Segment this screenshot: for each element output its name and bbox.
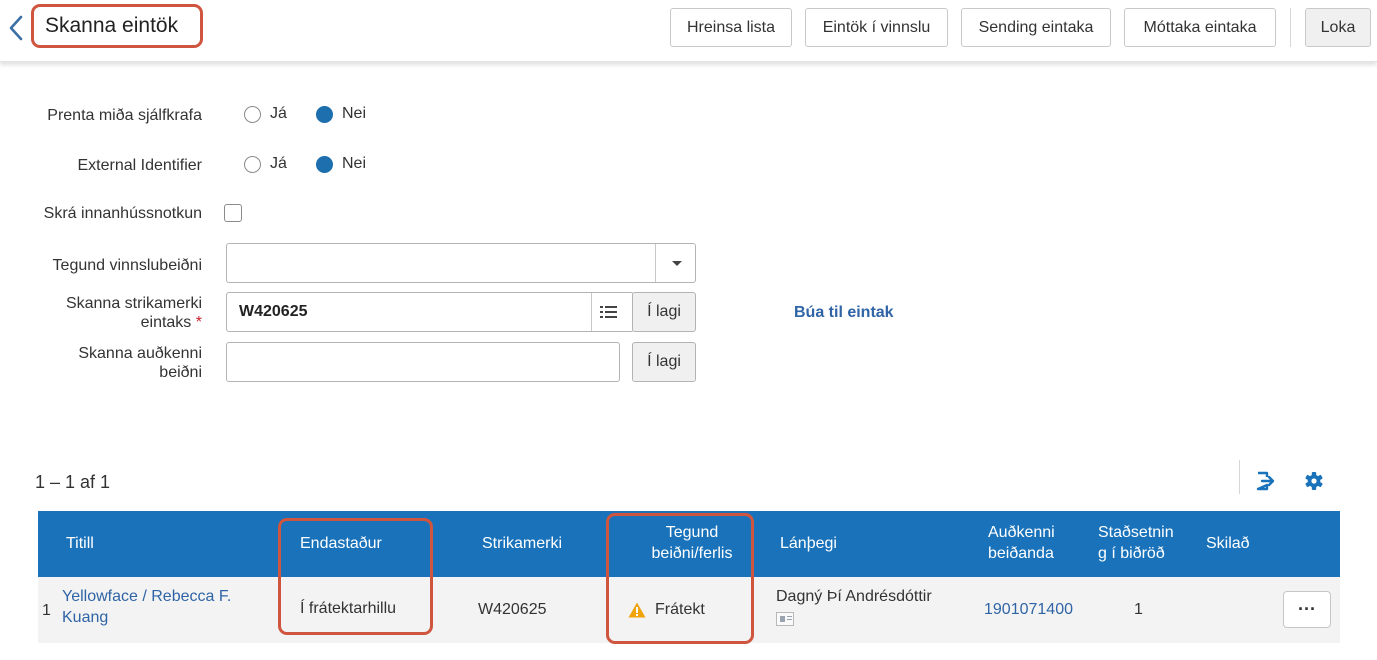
external-identifier-yes-radio[interactable]: Já [244,155,287,173]
export-icon[interactable] [1254,470,1276,492]
toolbar-divider [1290,8,1291,47]
column-queue-position[interactable]: Staðsetnin g í biðröð [1098,522,1174,564]
scan-item-ok-button[interactable]: Í lagi [632,292,696,332]
column-destination[interactable]: Endastaður [300,533,382,554]
table-row: 1 Yellowface / Rebecca F. Kuang Í frátekt… [38,577,1340,643]
auto-print-yes-radio[interactable]: Já [244,105,287,123]
scan-request-ok-button[interactable]: Í lagi [632,342,696,382]
radio-circle-icon [244,155,261,173]
table-header: Titill Endastaður Strikamerki Tegund beið… [38,511,1340,577]
items-in-process-button[interactable]: Eintök í vinnslu [805,8,948,47]
scan-request-id-label: Skanna auðkenni beiðni [78,345,202,381]
patron-card-icon[interactable] [776,612,794,626]
requester-id-link[interactable]: 1901071400 [984,599,1073,620]
row-index: 1 [42,602,51,619]
radio-selected-icon [316,105,333,123]
in-house-use-checkbox[interactable] [224,204,242,222]
queue-position-cell: 1 [1134,601,1143,618]
row-actions-button[interactable]: ··· [1283,591,1331,628]
column-returned[interactable]: Skilað [1206,533,1250,554]
page-header: Skanna eintök Hreinsa lista Eintök í vin… [0,0,1377,62]
in-house-use-label: Skrá innanhússnotkun [43,205,202,222]
scan-item-barcode-label: Skanna strikamerki eintaks * [65,295,202,331]
back-arrow-icon[interactable] [8,14,26,42]
column-barcode[interactable]: Strikamerki [482,533,562,554]
column-title[interactable]: Titill [66,533,94,554]
receive-items-button[interactable]: Móttaka eintaka [1124,8,1276,47]
page-title: Skanna eintök [45,14,179,37]
column-request-type[interactable]: Tegund beiðni/ferlis [632,522,752,564]
list-icon[interactable] [600,305,618,319]
barcode-cell: W420625 [478,601,547,618]
scan-item-barcode-input[interactable] [226,292,634,332]
destination-cell: Í frátektarhillu [300,600,397,617]
external-identifier-no-radio[interactable]: Nei [316,155,366,173]
column-requester-id[interactable]: Auðkenni beiðanda [988,522,1055,564]
request-type-cell: Frátekt [628,599,705,620]
work-order-type-select[interactable] [226,243,696,283]
radio-selected-icon [316,155,333,173]
warning-icon [628,602,646,617]
auto-print-label: Prenta miða sjálfkrafa [47,107,202,124]
create-item-link[interactable]: Búa til eintak [794,304,894,322]
send-items-button[interactable]: Sending eintaka [961,8,1111,47]
scan-request-id-input[interactable] [226,342,620,382]
result-count: 1 – 1 af 1 [35,472,111,492]
radio-circle-icon [244,105,261,123]
toolbar-divider [1239,460,1240,494]
column-patron[interactable]: Lánþegi [780,533,837,554]
patron-cell: Dagný Þí Andrésdóttir [776,586,932,626]
chevron-down-icon [672,261,682,266]
close-button[interactable]: Loka [1305,8,1371,47]
item-title-link[interactable]: Yellowface / Rebecca F. Kuang [62,586,231,628]
work-order-type-label: Tegund vinnslubeiðni [52,257,202,274]
auto-print-no-radio[interactable]: Nei [316,105,366,123]
clear-list-button[interactable]: Hreinsa lista [670,8,792,47]
external-identifier-label: External Identifier [77,157,202,174]
gear-icon[interactable] [1303,470,1325,492]
